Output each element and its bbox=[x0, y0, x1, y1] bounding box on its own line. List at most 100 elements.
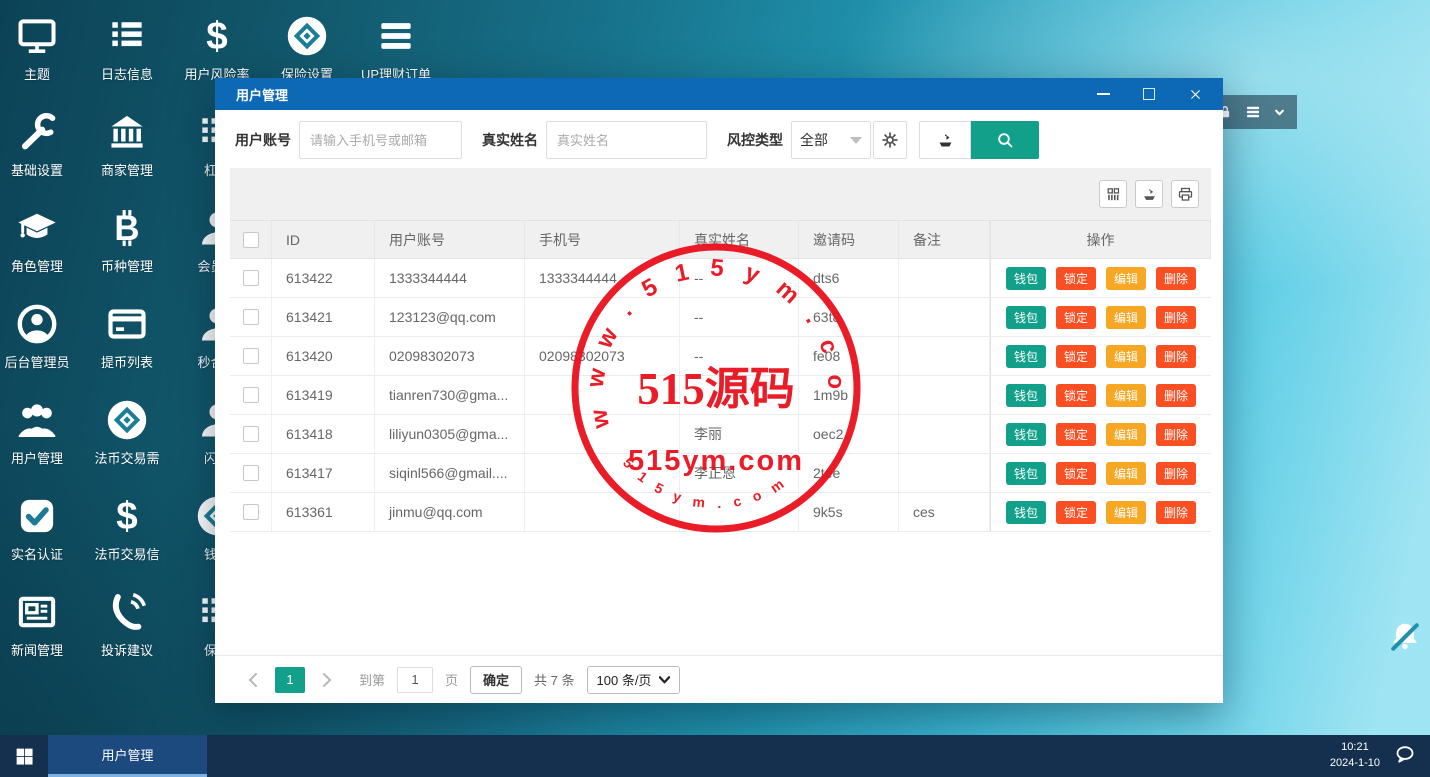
lock-action-button[interactable]: 锁定 bbox=[1055, 344, 1096, 368]
edit-action-button[interactable]: 编辑 bbox=[1106, 500, 1147, 524]
desktop-icon-user-risk-rate[interactable]: 用户风险率 bbox=[172, 12, 262, 83]
row-checkbox[interactable] bbox=[242, 426, 259, 442]
desktop-icon-fiat-trade-demand[interactable]: 法币交易需 bbox=[82, 396, 172, 467]
wallet-action-button[interactable]: 钱包 bbox=[1005, 344, 1046, 368]
dollar-icon bbox=[82, 492, 172, 540]
wallet-action-button[interactable]: 钱包 bbox=[1005, 422, 1046, 446]
desktop-icon-basic-settings[interactable]: 基础设置 bbox=[0, 108, 82, 179]
header-account: 用户账号 bbox=[375, 221, 525, 258]
realname-input[interactable] bbox=[546, 121, 707, 159]
confirm-page-button[interactable]: 确定 bbox=[470, 665, 523, 694]
delete-action-button[interactable]: 删除 bbox=[1156, 266, 1197, 290]
risk-settings-button[interactable] bbox=[873, 121, 907, 159]
start-button[interactable] bbox=[0, 735, 48, 777]
edit-action-button[interactable]: 编辑 bbox=[1106, 305, 1147, 329]
lock-action-button[interactable]: 锁定 bbox=[1055, 266, 1096, 290]
chevron-down-icon[interactable] bbox=[1272, 105, 1287, 120]
delete-action-button[interactable]: 删除 bbox=[1156, 422, 1197, 446]
cell-note bbox=[899, 454, 990, 492]
dollar-icon bbox=[172, 12, 262, 60]
taskbar-task-user-management[interactable]: 用户管理 bbox=[48, 735, 207, 777]
cell-account: 123123@qq.com bbox=[375, 298, 525, 336]
desktop-icon-role-management[interactable]: 角色管理 bbox=[0, 204, 82, 275]
row-actions: 钱包 锁定 编辑 删除 bbox=[990, 415, 1211, 453]
desktop-icon-label: 主题 bbox=[23, 67, 50, 82]
taskbar: 用户管理 10:21 2024-1-10 bbox=[0, 735, 1430, 777]
delete-action-button[interactable]: 删除 bbox=[1156, 344, 1197, 368]
desktop-icon-realname-auth[interactable]: 实名认证 bbox=[0, 492, 82, 563]
goto-page-input[interactable] bbox=[397, 666, 434, 693]
desktop-icon-withdraw-list[interactable]: 提币列表 bbox=[82, 300, 172, 371]
lock-action-button[interactable]: 锁定 bbox=[1055, 500, 1096, 524]
desktop-icon-theme[interactable]: 主题 bbox=[0, 12, 82, 83]
clear-button[interactable] bbox=[919, 121, 971, 159]
edit-action-button[interactable]: 编辑 bbox=[1106, 266, 1147, 290]
lock-action-button[interactable]: 锁定 bbox=[1055, 461, 1096, 485]
desktop-icon-fiat-trade-info[interactable]: 法币交易信 bbox=[82, 492, 172, 563]
task-label: 用户管理 bbox=[101, 748, 154, 763]
desktop-icon-insurance-settings[interactable]: 保险设置 bbox=[262, 12, 352, 83]
desktop-icon-complaint-suggestion[interactable]: 投诉建议 bbox=[82, 588, 172, 659]
close-button[interactable] bbox=[1187, 86, 1203, 102]
table-row: 613421 123123@qq.com -- 63t8 钱包 锁定 编辑 删除 bbox=[230, 298, 1211, 337]
notification-center-button[interactable] bbox=[1394, 743, 1416, 770]
desktop-icon-merchant-management[interactable]: 商家管理 bbox=[82, 108, 172, 179]
account-input[interactable] bbox=[299, 121, 462, 159]
delete-action-button[interactable]: 删除 bbox=[1156, 500, 1197, 524]
export-button[interactable] bbox=[1135, 180, 1163, 208]
chevron-left-icon bbox=[248, 673, 258, 687]
desktop-icon-label: 后台管理员 bbox=[4, 355, 70, 370]
row-checkbox[interactable] bbox=[242, 270, 259, 286]
account-label: 用户账号 bbox=[235, 132, 291, 148]
wallet-action-button[interactable]: 钱包 bbox=[1005, 383, 1046, 407]
lock-action-button[interactable]: 锁定 bbox=[1055, 422, 1096, 446]
lock-action-button[interactable]: 锁定 bbox=[1055, 383, 1096, 407]
next-page-button[interactable] bbox=[317, 667, 337, 693]
gear-icon bbox=[881, 131, 899, 149]
cell-phone bbox=[525, 454, 680, 492]
wrench-icon bbox=[0, 108, 82, 156]
desktop-icon-up-finance-orders[interactable]: UP理财订单 bbox=[351, 12, 441, 83]
taskbar-clock[interactable]: 10:21 2024-1-10 bbox=[1330, 740, 1380, 772]
delete-action-button[interactable]: 删除 bbox=[1156, 461, 1197, 485]
row-checkbox[interactable] bbox=[242, 504, 259, 520]
edit-action-button[interactable]: 编辑 bbox=[1106, 461, 1147, 485]
select-all-checkbox[interactable] bbox=[242, 231, 259, 248]
columns-button[interactable] bbox=[1099, 180, 1127, 208]
wallet-action-button[interactable]: 钱包 bbox=[1005, 305, 1046, 329]
row-checkbox[interactable] bbox=[242, 309, 259, 325]
page-size-select[interactable]: 100 条/页 bbox=[586, 665, 681, 694]
lock-action-button[interactable]: 锁定 bbox=[1055, 305, 1096, 329]
prev-page-button[interactable] bbox=[243, 667, 263, 693]
desktop-icon-log-info[interactable]: 日志信息 bbox=[82, 12, 172, 83]
desktop-icon-coin-management[interactable]: 币种管理 bbox=[82, 204, 172, 275]
wallet-action-button[interactable]: 钱包 bbox=[1005, 500, 1046, 524]
risk-type-select[interactable]: 全部 bbox=[791, 121, 871, 159]
cell-note bbox=[899, 259, 990, 297]
desktop-icon-label: 新闻管理 bbox=[10, 643, 63, 658]
menu-icon[interactable] bbox=[1244, 103, 1262, 121]
maximize-button[interactable] bbox=[1141, 86, 1157, 102]
desktop-icon-admin-management[interactable]: 后台管理员 bbox=[0, 300, 82, 371]
print-button[interactable] bbox=[1171, 180, 1199, 208]
cell-account: 1333344444 bbox=[375, 259, 525, 297]
minimize-button[interactable] bbox=[1095, 86, 1111, 102]
chevron-down-icon bbox=[659, 676, 670, 684]
delete-action-button[interactable]: 删除 bbox=[1156, 305, 1197, 329]
desktop-icon-user-management[interactable]: 用户管理 bbox=[0, 396, 82, 467]
wallet-action-button[interactable]: 钱包 bbox=[1005, 266, 1046, 290]
edit-action-button[interactable]: 编辑 bbox=[1106, 344, 1147, 368]
row-checkbox[interactable] bbox=[242, 465, 259, 481]
page-1-button[interactable]: 1 bbox=[275, 666, 305, 693]
edit-action-button[interactable]: 编辑 bbox=[1106, 422, 1147, 446]
desktop-icon-news-management[interactable]: 新闻管理 bbox=[0, 588, 82, 659]
edit-action-button[interactable]: 编辑 bbox=[1106, 383, 1147, 407]
notifications-muted-icon[interactable] bbox=[1386, 618, 1424, 661]
row-actions: 钱包 锁定 编辑 删除 bbox=[990, 376, 1211, 414]
row-checkbox[interactable] bbox=[242, 387, 259, 403]
search-button[interactable] bbox=[971, 121, 1039, 159]
delete-action-button[interactable]: 删除 bbox=[1156, 383, 1197, 407]
wallet-action-button[interactable]: 钱包 bbox=[1005, 461, 1046, 485]
cell-realname: -- bbox=[680, 298, 799, 336]
row-checkbox[interactable] bbox=[242, 348, 259, 364]
